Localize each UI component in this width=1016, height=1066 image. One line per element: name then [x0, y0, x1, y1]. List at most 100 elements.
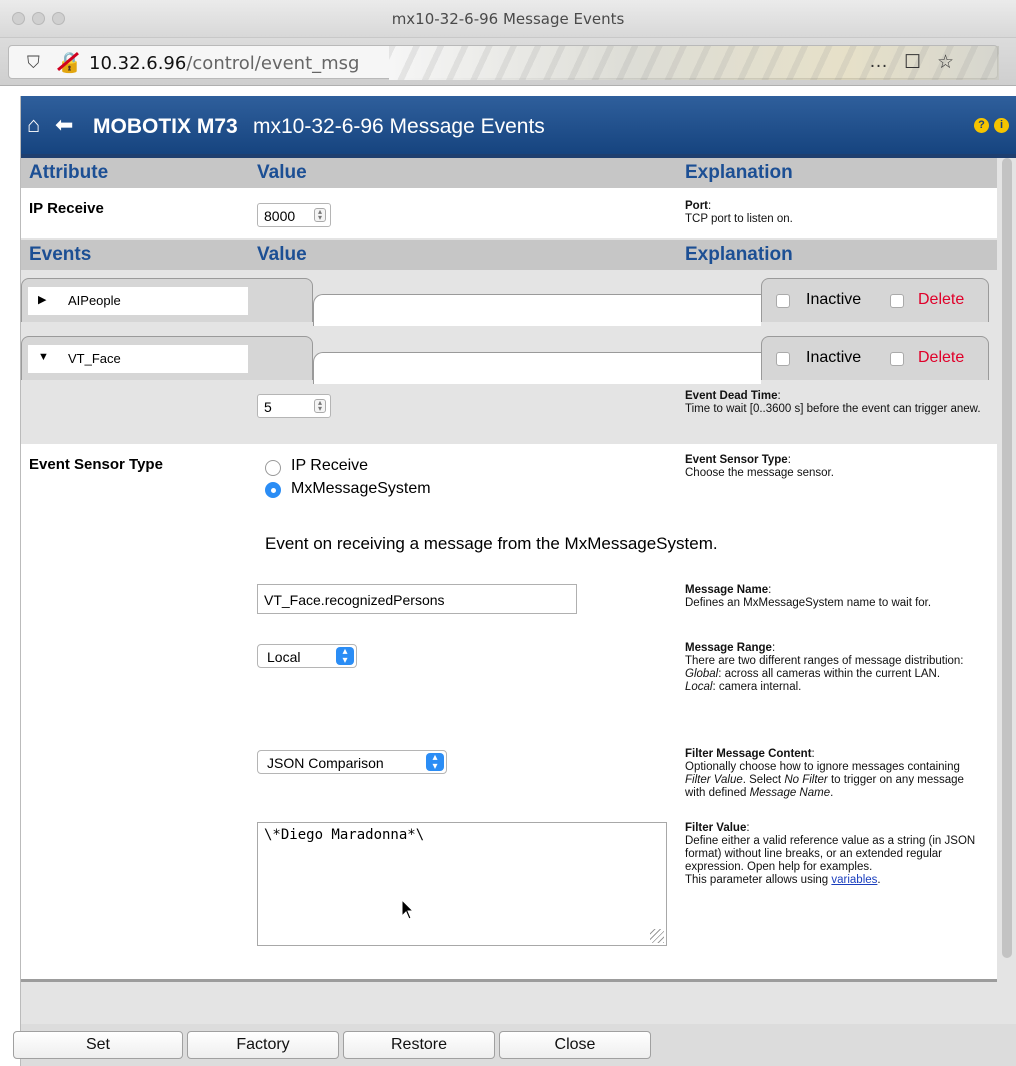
filter-value-expl-text: Define either a valid reference value as… [685, 835, 976, 873]
message-name-term: Message Name [749, 787, 831, 799]
event-name: AIPeople [68, 293, 121, 308]
variables-link[interactable]: variables [831, 874, 877, 886]
tracking-shield-icon[interactable]: ⛉ [27, 53, 40, 73]
pocket-icon[interactable]: ☐ [904, 51, 921, 74]
message-range-select[interactable]: Local ▴ ▾ [257, 644, 357, 668]
sensor-expl-text: Choose the message sensor. [685, 467, 834, 479]
page: ⌂ ⬅ MOBOTIX M73 mx10-32-6-96 Message Eve… [13, 96, 1016, 1066]
stepper-arrows-icon[interactable]: ▴ ▾ [314, 208, 326, 222]
events-column-header: Events Value Explanation [21, 240, 997, 270]
address-bar[interactable]: ⛉ 🔒 10.32.6.96/control/event_msg … ☐ ☆ [8, 45, 999, 80]
message-name-expl-text: Defines an MxMessageSystem name to wait … [685, 597, 932, 609]
filter-content-expl-title: Filter Message Content [685, 748, 812, 760]
select-arrows-icon[interactable]: ▴ ▾ [336, 647, 354, 666]
ip-receive-radio[interactable] [265, 460, 281, 476]
navigation-toolbar: ⛉ 🔒 10.32.6.96/control/event_msg … ☐ ☆ [0, 38, 1016, 86]
local-text: : camera internal. [712, 681, 802, 693]
message-range-expl-title: Message Range [685, 642, 772, 654]
delete-label: Delete [918, 291, 965, 308]
dead-time-expl-title: Event Dead Time [685, 390, 778, 402]
event-tab[interactable]: ▼ VT_Face [21, 336, 313, 380]
events-explanation-heading: Explanation [685, 244, 793, 265]
event-name-box[interactable]: ▶ AIPeople [28, 287, 248, 315]
window-title: mx10-32-6-96 Message Events [391, 10, 625, 28]
resize-handle-icon[interactable] [650, 929, 664, 943]
dead-time-stepper[interactable]: 5 ▴ ▾ [257, 394, 331, 418]
dead-time-explanation: Event Dead Time: Time to wait [0..3600 s… [685, 390, 981, 415]
filter-value-term: Filter Value [685, 774, 743, 786]
message-name-input[interactable]: VT_Face.recognizedPersons [257, 584, 577, 614]
info-icon[interactable]: i [994, 118, 1009, 133]
value-heading: Value [257, 162, 307, 183]
event-options: Inactive Delete [761, 336, 989, 380]
global-term: Global [685, 668, 719, 680]
ip-receive-label: IP Receive [29, 200, 104, 217]
events-value-heading: Value [257, 244, 307, 265]
event-tab-body [313, 294, 761, 326]
message-range-explanation: Message Range: There are two different r… [685, 642, 964, 693]
filter-content-select[interactable]: JSON Comparison ▴ ▾ [257, 750, 447, 774]
port-explanation: Port: TCP port to listen on. [685, 200, 793, 225]
message-name-expl-title: Message Name [685, 584, 769, 596]
select-arrows-icon[interactable]: ▴ ▾ [426, 753, 444, 772]
url-text[interactable]: 10.32.6.96/control/event_msg [89, 53, 359, 74]
inactive-checkbox[interactable] [776, 352, 790, 366]
page-top-gap [0, 86, 1016, 96]
sensor-type-explanation: Event Sensor Type: Choose the message se… [685, 454, 834, 479]
event-options: Inactive Delete [761, 278, 989, 322]
scrollbar-thumb[interactable] [1002, 158, 1012, 958]
vertical-scrollbar[interactable] [999, 158, 1015, 1058]
dead-time-expl-text: Time to wait [0..3600 s] before the even… [685, 403, 981, 415]
factory-button[interactable]: Factory [187, 1031, 339, 1059]
url-host: 10.32.6.96 [89, 53, 187, 74]
bookmark-star-icon[interactable]: ☆ [937, 51, 954, 74]
global-text: : across all cameras within the current … [718, 668, 941, 680]
back-arrow-icon[interactable]: ⬅ [55, 114, 73, 136]
port-expl-text: TCP port to listen on. [685, 213, 793, 225]
help-icon[interactable]: ? [974, 118, 989, 133]
sensor-expl-title: Event Sensor Type [685, 454, 788, 466]
footer-spacer [21, 982, 1016, 1027]
collapse-triangle-icon[interactable]: ▼ [38, 351, 49, 363]
filter-value-explanation: Filter Value: Define either a valid refe… [685, 822, 976, 886]
sensor-type-label: Event Sensor Type [29, 456, 163, 473]
home-icon[interactable]: ⌂ [27, 114, 49, 136]
port-expl-title: Port [685, 200, 708, 212]
restore-button[interactable]: Restore [343, 1031, 495, 1059]
ip-receive-option[interactable]: IP Receive [291, 457, 368, 475]
filter-content-explanation: Filter Message Content: Optionally choos… [685, 748, 964, 799]
inactive-label: Inactive [806, 349, 862, 366]
filter-value-textarea[interactable]: \*Diego Maradonna*\ [257, 822, 667, 946]
more-actions-icon[interactable]: … [869, 51, 888, 73]
filter-content-text-2: . Select [742, 774, 785, 786]
filter-value-expl-text-2: This parameter allows using [685, 874, 832, 886]
event-name-box[interactable]: ▼ VT_Face [28, 345, 248, 373]
delete-label: Delete [918, 349, 965, 366]
window-titlebar: mx10-32-6-96 Message Events [0, 0, 1016, 38]
event-tab[interactable]: ▶ AIPeople [21, 278, 313, 322]
filter-content-text-4: . [830, 787, 834, 799]
url-path: /control/event_msg [186, 53, 360, 74]
delete-checkbox[interactable] [890, 352, 904, 366]
brand-title: MOBOTIX M73 [93, 115, 238, 138]
event-tab-body [313, 352, 761, 384]
message-range-value: Local [267, 649, 301, 665]
local-term: Local [685, 681, 713, 693]
close-button[interactable]: Close [499, 1031, 651, 1059]
delete-checkbox[interactable] [890, 294, 904, 308]
sensor-section: Event Sensor Type IP Receive MxMessageSy… [21, 444, 997, 979]
insecure-lock-icon[interactable]: 🔒 [57, 50, 82, 75]
event-row-aipeople: ▶ AIPeople Inactive Delete [21, 278, 997, 326]
attribute-column-header: Attribute Value Explanation [21, 158, 997, 188]
event-row-vt-face: ▼ VT_Face Inactive Delete [21, 336, 997, 384]
port-value: 8000 [264, 208, 296, 224]
sensor-description: Event on receiving a message from the Mx… [265, 534, 718, 553]
mxmessagesystem-option[interactable]: MxMessageSystem [291, 480, 431, 498]
port-stepper[interactable]: 8000 ▴ ▾ [257, 203, 331, 227]
set-button[interactable]: Set [13, 1031, 183, 1059]
inactive-checkbox[interactable] [776, 294, 790, 308]
stepper-arrows-icon[interactable]: ▴ ▾ [314, 399, 326, 413]
expand-triangle-icon[interactable]: ▶ [38, 293, 46, 306]
events-heading: Events [29, 244, 92, 265]
mxmessagesystem-radio[interactable] [265, 482, 281, 498]
